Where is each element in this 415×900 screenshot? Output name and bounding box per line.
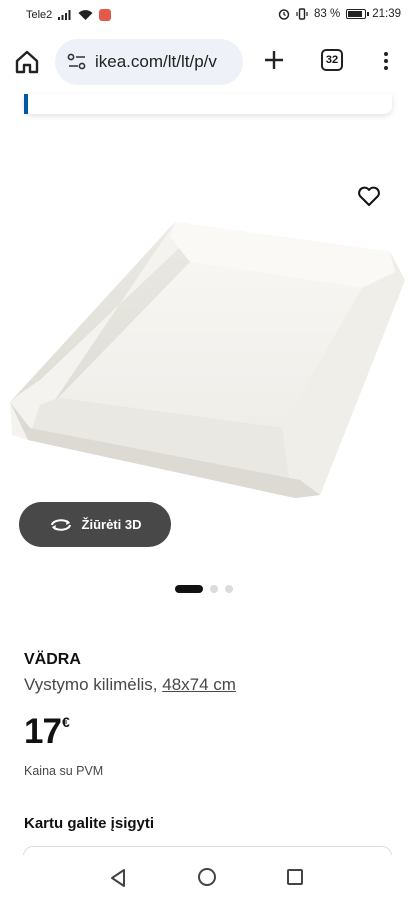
system-navigation-bar <box>0 855 415 900</box>
url-text: ikea.com/lt/lt/p/v <box>95 52 217 71</box>
notification-icon <box>99 9 112 21</box>
view-3d-label: Žiūrėti 3D <box>81 517 142 532</box>
carrier-label: Tele2 <box>26 9 53 21</box>
card-accent-bar <box>24 94 28 114</box>
view-3d-button[interactable]: Žiūrėti 3D <box>19 502 171 547</box>
battery-icon <box>346 9 370 19</box>
browser-toolbar: ikea.com/lt/lt/p/v 32 <box>0 30 415 94</box>
buy-together-title: Kartu galite įsigyti <box>24 815 155 832</box>
home-icon[interactable] <box>14 49 40 75</box>
rotate-3d-icon <box>50 518 71 531</box>
status-bar: Tele2 83 % 21:39 <box>0 0 415 30</box>
clock: 21:39 <box>372 8 401 20</box>
recent-apps-icon[interactable] <box>287 869 303 885</box>
alarm-icon <box>278 9 290 20</box>
heart-icon[interactable] <box>357 185 381 207</box>
home-nav-icon[interactable] <box>198 868 216 886</box>
product-image[interactable] <box>0 140 415 560</box>
tab-count: 32 <box>325 54 339 66</box>
battery-percent: 83 % <box>314 8 341 20</box>
new-tab-icon[interactable] <box>262 48 286 72</box>
back-icon[interactable] <box>109 868 127 888</box>
price-integer: 17 <box>24 712 62 751</box>
vibrate-icon <box>296 8 308 20</box>
overflow-menu-icon[interactable] <box>380 50 392 74</box>
product-description: Vystymo kilimėlis, 48x74 cm <box>24 675 236 695</box>
site-settings-icon[interactable] <box>67 53 87 71</box>
image-carousel-indicator[interactable] <box>175 585 233 593</box>
product-type: Vystymo kilimėlis, <box>24 675 158 694</box>
tab-switcher-button[interactable]: 32 <box>321 49 343 71</box>
wifi-icon <box>78 9 93 20</box>
carousel-dot[interactable] <box>225 585 233 593</box>
product-size-link[interactable]: 48x74 cm <box>162 675 236 694</box>
vat-note: Kaina su PVM <box>24 764 104 778</box>
top-info-card <box>24 94 392 114</box>
address-bar[interactable]: ikea.com/lt/lt/p/v <box>55 39 243 85</box>
price-currency: € <box>61 714 70 730</box>
product-name: VÄDRA <box>24 651 81 668</box>
carousel-dot[interactable] <box>210 585 218 593</box>
carousel-dot-active[interactable] <box>175 585 203 593</box>
product-price: 17 € <box>24 712 70 752</box>
signal-icon <box>58 10 71 20</box>
